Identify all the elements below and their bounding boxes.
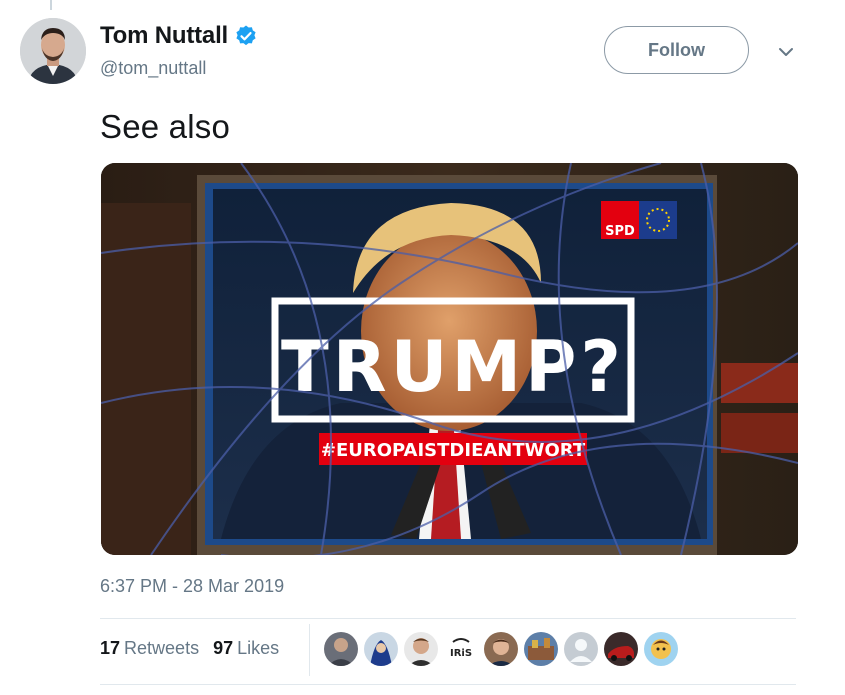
- author-name-row: Tom Nuttall: [100, 22, 258, 50]
- retweets-label: Retweets: [124, 638, 200, 658]
- likes-stat[interactable]: 97 Likes: [213, 638, 279, 659]
- iris-logo-text: IRiS: [450, 648, 472, 659]
- likes-count: 97: [213, 638, 234, 658]
- stats-separator: [309, 624, 310, 676]
- liker-avatar[interactable]: [404, 632, 438, 666]
- poster-hashtag: #EUROPAISTDIEANTWORT: [321, 440, 586, 461]
- thread-connector-line: [50, 0, 52, 10]
- liker-avatar[interactable]: [324, 632, 358, 666]
- liker-avatar-iris[interactable]: IRiS: [444, 632, 478, 666]
- author-avatar[interactable]: [20, 18, 86, 84]
- tweet-stats: 17 Retweets 97 Likes: [100, 638, 279, 659]
- divider-top: [100, 618, 796, 619]
- verified-badge-icon: [234, 24, 258, 48]
- author-handle[interactable]: @tom_nuttall: [100, 58, 206, 79]
- liker-avatar[interactable]: [644, 632, 678, 666]
- likers-avatars: IRiS: [324, 632, 678, 666]
- liker-avatar[interactable]: [524, 632, 558, 666]
- tweet-media-image[interactable]: TRUMP? #EUROPAISTDIEANTWORT SPD: [101, 163, 798, 555]
- poster-spd-logo: SPD: [605, 224, 635, 239]
- liker-avatar[interactable]: [484, 632, 518, 666]
- chevron-down-icon[interactable]: [776, 42, 796, 62]
- divider-bottom: [100, 684, 796, 685]
- liker-avatar[interactable]: [364, 632, 398, 666]
- retweets-count: 17: [100, 638, 121, 658]
- author-name[interactable]: Tom Nuttall: [100, 22, 228, 50]
- tweet-timestamp[interactable]: 6:37 PM - 28 Mar 2019: [100, 576, 284, 597]
- retweets-stat[interactable]: 17 Retweets: [100, 638, 199, 659]
- tweet-text: See also: [100, 108, 231, 145]
- liker-avatar[interactable]: [604, 632, 638, 666]
- liker-avatar[interactable]: [564, 632, 598, 666]
- tweet-header: Tom Nuttall @tom_nuttall Follow: [20, 18, 800, 88]
- follow-button[interactable]: Follow: [604, 26, 749, 74]
- likes-label: Likes: [237, 638, 280, 658]
